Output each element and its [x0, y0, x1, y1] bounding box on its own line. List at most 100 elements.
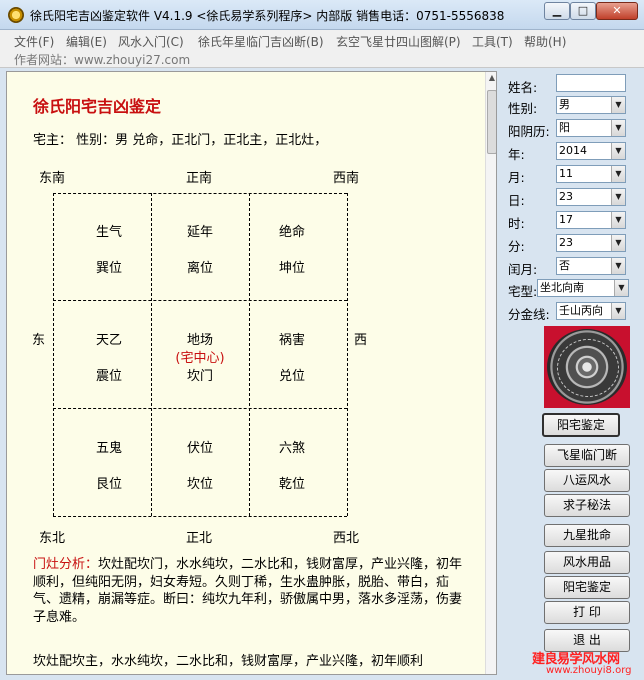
menu-year-star[interactable]: 徐氏年星临门吉凶断(B): [198, 33, 324, 50]
main-panel: 徐氏阳宅吉凶鉴定 宅主： 性别：男 兑命，正北门，正北主，正北灶， 东南 正南 …: [6, 71, 497, 675]
menu-fengshui-intro[interactable]: 风水入门(C): [118, 33, 184, 50]
menu-file[interactable]: 文件(F): [14, 33, 54, 50]
direction-w: 西: [354, 333, 368, 348]
main-scrollbar[interactable]: ▲: [485, 72, 496, 674]
grid-line: [249, 193, 250, 516]
minute-select[interactable]: 23 ▼: [556, 234, 626, 252]
maximize-button[interactable]: □: [570, 2, 596, 20]
house-center-label: (宅中心): [175, 351, 225, 366]
minute-label: 分:: [508, 239, 525, 254]
grid-cell-star: 地场: [186, 333, 213, 348]
scroll-thumb[interactable]: [487, 90, 496, 154]
grid-cell-pos: 离位: [186, 261, 213, 276]
day-select[interactable]: 23 ▼: [556, 188, 626, 206]
grid-cell-pos: 坎门: [186, 369, 213, 384]
direction-sw: 西南: [333, 171, 360, 186]
flying-star-button[interactable]: 飞星临门断: [544, 444, 630, 467]
grid-cell-star: 五鬼: [95, 441, 122, 456]
menu-xuankong[interactable]: 玄空飞星廿四山图解(P): [336, 33, 461, 50]
minute-value: 23: [559, 236, 573, 249]
grid-line: [347, 193, 348, 516]
author-site-bar: 作者网站：www.zhouyi27.com: [0, 50, 644, 68]
house-type-select[interactable]: 坐北向南 ▼: [537, 279, 629, 297]
chevron-down-icon: ▼: [611, 166, 625, 182]
leap-month-value: 否: [559, 259, 570, 272]
month-label: 月:: [508, 170, 525, 185]
window-title: 徐氏阳宅吉凶鉴定软件 V4.1.9 <徐氏易学系列程序> 内部版 销售电话：07…: [30, 9, 505, 23]
chevron-down-icon: ▼: [611, 258, 625, 274]
fenjin-line-select[interactable]: 壬山丙向 ▼: [556, 302, 626, 320]
menu-help[interactable]: 帮助(H): [524, 33, 566, 50]
chevron-down-icon: ▼: [611, 212, 625, 228]
sidebar-form: 姓名: 性别: 男 ▼ 阳阴历: 阳 ▼ 年: 2014 ▼ 月: 11 ▼ 日: 23…: [500, 71, 640, 675]
author-site-text: 作者网站：www.zhouyi27.com: [14, 53, 191, 67]
seek-child-button[interactable]: 求子秘法: [544, 494, 630, 517]
year-label: 年:: [508, 147, 525, 162]
chevron-down-icon: ▼: [611, 120, 625, 136]
analysis-text: 坎灶配坎门，水水纯坎，二水比和，钱财富厚，产业兴隆，初年顺利，但纯阳无阴，妇女寿…: [33, 557, 463, 625]
minimize-button[interactable]: ▁: [544, 2, 570, 20]
grid-line: [53, 300, 347, 301]
month-select[interactable]: 11 ▼: [556, 165, 626, 183]
page-title: 徐氏阳宅吉凶鉴定: [33, 97, 162, 116]
grid-cell-star: 天乙: [95, 333, 122, 348]
grid-cell-pos: 坤位: [278, 261, 305, 276]
chevron-down-icon: ▼: [611, 303, 625, 319]
luopan-compass-image: [544, 326, 630, 408]
grid-cell-pos: 兑位: [278, 369, 305, 384]
close-button[interactable]: ✕: [596, 2, 638, 20]
fenjin-line-label: 分金线:: [508, 307, 550, 322]
chevron-down-icon: ▼: [611, 143, 625, 159]
direction-s: 正南: [186, 171, 213, 186]
grid-cell-star: 祸害: [278, 333, 305, 348]
grid-cell-pos: 震位: [95, 369, 122, 384]
name-input[interactable]: [556, 74, 626, 92]
watermark: 建良易学风水网 www.zhouyi8.org: [532, 648, 642, 678]
calendar-label: 阳阴历:: [508, 124, 550, 139]
grid-line: [53, 408, 347, 409]
owner-line: 宅主： 性别：男 兑命，正北门，正北主，正北灶，: [33, 133, 328, 148]
month-value: 11: [559, 167, 573, 180]
hour-label: 时:: [508, 216, 525, 231]
menu-bar: 文件(F) 编辑(E) 风水入门(C) 徐氏年星临门吉凶断(B) 玄空飞星廿四山…: [0, 30, 644, 50]
grid-cell-star: 六煞: [278, 441, 305, 456]
day-value: 23: [559, 190, 573, 203]
house-type-label: 宅型:: [508, 284, 538, 299]
scroll-up-icon[interactable]: ▲: [486, 72, 496, 84]
direction-se: 东南: [39, 171, 66, 186]
grid-cell-star: 生气: [95, 225, 122, 240]
chevron-down-icon: ▼: [611, 235, 625, 251]
nine-star-button[interactable]: 九星批命: [544, 524, 630, 547]
hour-select[interactable]: 17 ▼: [556, 211, 626, 229]
menu-edit[interactable]: 编辑(E): [66, 33, 107, 50]
eighth-period-button[interactable]: 八运风水: [544, 469, 630, 492]
name-label: 姓名:: [508, 80, 538, 95]
chevron-down-icon: ▼: [614, 280, 628, 296]
grid-line: [53, 516, 347, 517]
leap-month-select[interactable]: 否 ▼: [556, 257, 626, 275]
house-type-value: 坐北向南: [540, 281, 584, 294]
direction-n: 正北: [186, 531, 213, 546]
title-bar: 徐氏阳宅吉凶鉴定软件 V4.1.9 <徐氏易学系列程序> 内部版 销售电话：07…: [0, 0, 644, 30]
leap-month-label: 闰月:: [508, 262, 538, 277]
analysis-paragraph: 门灶分析：坎灶配坎门，水水纯坎，二水比和，钱财富厚，产业兴隆，初年顺利，但纯阳无…: [33, 556, 473, 626]
app-icon: [8, 7, 24, 23]
direction-nw: 西北: [333, 531, 360, 546]
hour-value: 17: [559, 213, 573, 226]
direction-ne: 东北: [39, 531, 66, 546]
print-button[interactable]: 打 印: [544, 601, 630, 624]
chevron-down-icon: ▼: [611, 97, 625, 113]
calendar-value: 阳: [559, 121, 570, 134]
yangzhai-appraise-button-2[interactable]: 阳宅鉴定: [544, 576, 630, 599]
grid-line: [53, 193, 54, 516]
fengshui-goods-button[interactable]: 风水用品: [544, 551, 630, 574]
fenjin-line-value: 壬山丙向: [559, 304, 603, 317]
yangzhai-appraise-button[interactable]: 阳宅鉴定: [542, 413, 620, 437]
gender-label: 性别:: [508, 101, 538, 116]
analysis-label: 门灶分析：: [33, 557, 99, 572]
menu-tools[interactable]: 工具(T): [472, 33, 513, 50]
year-select[interactable]: 2014 ▼: [556, 142, 626, 160]
gender-select[interactable]: 男 ▼: [556, 96, 626, 114]
calendar-select[interactable]: 阳 ▼: [556, 119, 626, 137]
grid-cell-pos: 艮位: [95, 477, 122, 492]
